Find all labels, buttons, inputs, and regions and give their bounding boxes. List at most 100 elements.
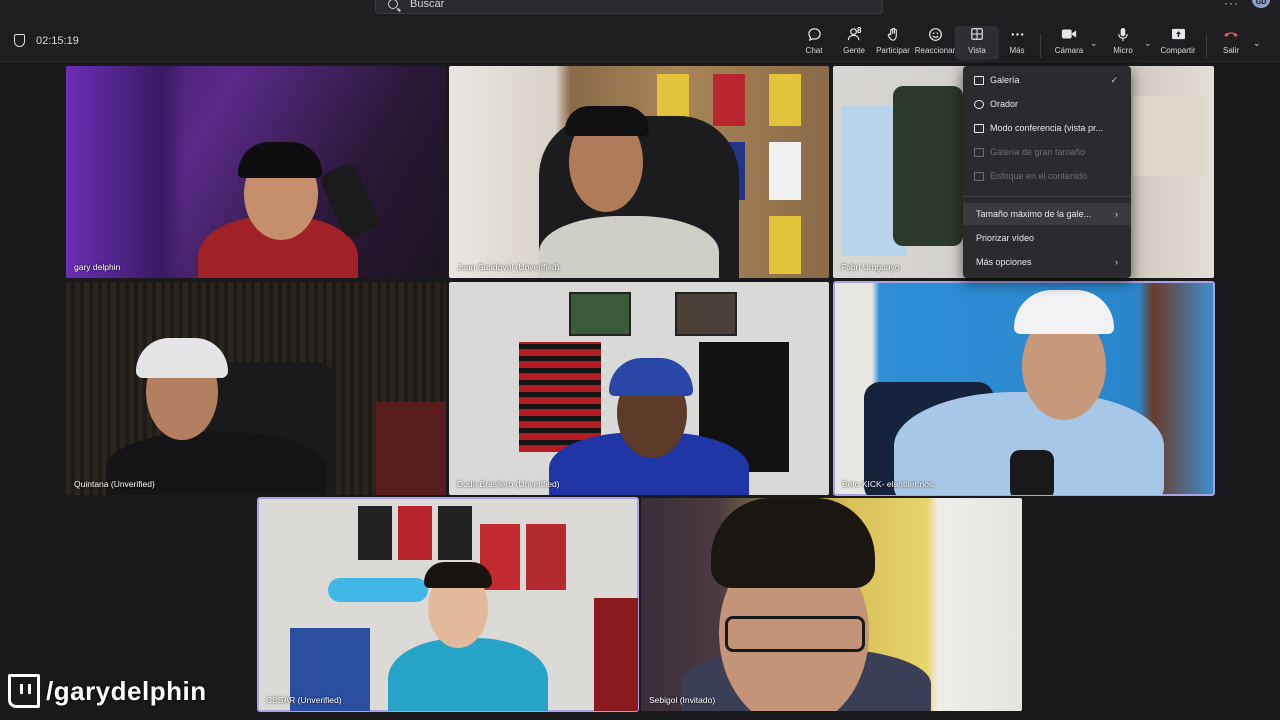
menu-divider — [963, 196, 1131, 197]
menu-item-conference-mode[interactable]: Modo conferencia (vista pr... — [963, 117, 1131, 139]
jersey-frame — [438, 506, 472, 560]
participant-name: Fabri Uruguayo — [841, 262, 900, 272]
menu-item-label: Modo conferencia (vista pr... — [990, 123, 1104, 133]
leave-chevron-down-icon[interactable]: ⌄ — [1253, 38, 1261, 49]
participant-name: Sebigol (Invitado) — [649, 695, 716, 705]
mic-button[interactable]: Micro — [1101, 26, 1145, 60]
participant-name: gary delphin — [74, 262, 121, 272]
menu-item-label: Enfoque en el contenido — [990, 171, 1088, 181]
checkmark-icon: ✓ — [1110, 74, 1118, 85]
timer-text: 02:15:19 — [36, 34, 79, 47]
hair — [711, 498, 875, 588]
search-label: Buscar — [410, 0, 445, 10]
menu-item-prioritize-video[interactable]: Priorizar vídeo — [963, 227, 1131, 249]
toolbar-divider-2 — [1206, 34, 1207, 58]
jersey-frame — [398, 506, 432, 560]
jersey-frame — [769, 142, 801, 200]
react-label: Reaccionar — [914, 46, 956, 55]
menu-item-max-gallery-size[interactable]: Tamaño máximo de la gale... › — [963, 203, 1131, 225]
headphones — [136, 338, 228, 378]
participant-name: Quintana (Unverified) — [74, 479, 155, 489]
video-tile-cesar[interactable]: CESAR (Unverified) — [257, 497, 639, 712]
menu-item-label: Galería — [990, 75, 1020, 85]
hand-icon — [886, 26, 901, 42]
watermark-text: /garydelphin — [46, 675, 207, 706]
video-tile-juan-sandoval[interactable]: Juan Sandoval (Unverified) — [449, 66, 829, 278]
meeting-timer: 02:15:19 — [14, 34, 79, 47]
more-options-icon[interactable]: ··· — [1224, 0, 1239, 10]
menu-item-label: Tamaño máximo de la gale... — [976, 209, 1092, 219]
poster — [376, 402, 446, 495]
raise-hand-button[interactable]: Participar — [871, 26, 915, 60]
video-tile-gary-delphin[interactable]: gary delphin — [66, 66, 446, 278]
more-label: Más — [1009, 46, 1025, 55]
glasses — [725, 616, 865, 652]
shield-icon — [14, 34, 25, 47]
conference-icon — [974, 123, 984, 133]
menu-item-speaker[interactable]: Orador — [963, 93, 1131, 115]
cap — [238, 142, 322, 178]
menu-item-label: Priorizar vídeo — [976, 233, 1035, 243]
video-tile-beto-kick[interactable]: Beto KICK- elantitermos — [833, 281, 1215, 496]
participant-name: Duda Brasilero (Unverified) — [457, 479, 560, 489]
stake-sign — [328, 578, 428, 602]
cap — [609, 358, 693, 396]
view-button[interactable]: Vista — [955, 26, 999, 60]
menu-item-label: Galería de gran tamaño — [990, 147, 1086, 157]
people-button[interactable]: 8 Gente — [832, 26, 876, 60]
menu-item-content-focus: Enfoque en el contenido — [963, 165, 1131, 187]
camera-icon — [1061, 26, 1077, 42]
search-icon — [388, 0, 398, 9]
speaker-icon — [974, 99, 984, 109]
people-label: Gente — [843, 46, 865, 55]
share-icon — [1171, 26, 1186, 42]
hair — [565, 106, 649, 136]
jersey — [519, 342, 601, 452]
camera-chevron-down-icon[interactable]: ⌄ — [1090, 38, 1098, 49]
video-tile-quintana[interactable]: Quintana (Unverified) — [66, 282, 446, 495]
react-button[interactable]: Reaccionar — [913, 26, 957, 60]
toolbar-divider — [1040, 34, 1041, 58]
twitch-logo-icon — [8, 674, 40, 708]
raise-label: Participar — [876, 46, 910, 55]
mic-arm — [893, 86, 963, 246]
menu-item-large-gallery: Galería de gran tamaño — [963, 141, 1131, 163]
large-grid-icon — [974, 147, 984, 157]
cap — [1014, 290, 1114, 334]
microphone-icon — [1117, 26, 1129, 42]
leave-label: Salir — [1222, 46, 1239, 55]
mic-label: Micro — [1113, 46, 1133, 55]
participant-name: Juan Sandoval (Unverified) — [457, 262, 560, 272]
jersey — [1133, 96, 1203, 176]
hair — [424, 562, 492, 588]
smiley-icon — [928, 26, 943, 42]
tile-backdrop — [66, 66, 186, 278]
view-label: Vista — [968, 46, 986, 55]
user-avatar[interactable]: GD — [1252, 0, 1270, 8]
mic-chevron-down-icon[interactable]: ⌄ — [1144, 38, 1152, 49]
menu-item-gallery[interactable]: Galería ✓ — [963, 69, 1131, 91]
camera-button[interactable]: Cámara — [1047, 26, 1091, 60]
chat-label: Chat — [805, 46, 823, 55]
leave-button[interactable]: Salir — [1209, 26, 1253, 60]
meeting-toolbar: 02:15:19 Chat 8 Gente Participar Reaccio… — [0, 14, 1280, 62]
video-tile-duda-brasilero[interactable]: Duda Brasilero (Unverified) — [449, 282, 829, 495]
menu-item-label: Más opciones — [976, 257, 1032, 267]
view-dropdown-menu: Galería ✓ Orador Modo conferencia (vista… — [963, 66, 1131, 278]
participant-name: CESAR (Unverified) — [266, 695, 342, 705]
more-button[interactable]: Más — [995, 26, 1039, 60]
people-count: 8 — [857, 26, 862, 35]
poster — [526, 524, 566, 590]
share-button[interactable]: Compartir — [1156, 26, 1200, 60]
menu-item-label: Orador — [990, 99, 1019, 109]
search-box[interactable]: Buscar — [375, 0, 883, 14]
participant-name: Beto KICK- elantitermos — [842, 479, 934, 489]
video-tile-sebigol[interactable]: Sebigol (Invitado) — [641, 498, 1022, 711]
jersey-frame — [713, 74, 745, 126]
jersey-frame — [769, 216, 801, 274]
grid-icon — [974, 75, 984, 85]
chevron-right-icon: › — [1115, 257, 1118, 267]
microphone — [1010, 450, 1054, 495]
menu-item-more-options[interactable]: Más opciones › — [963, 251, 1131, 273]
chat-button[interactable]: Chat — [792, 26, 836, 60]
